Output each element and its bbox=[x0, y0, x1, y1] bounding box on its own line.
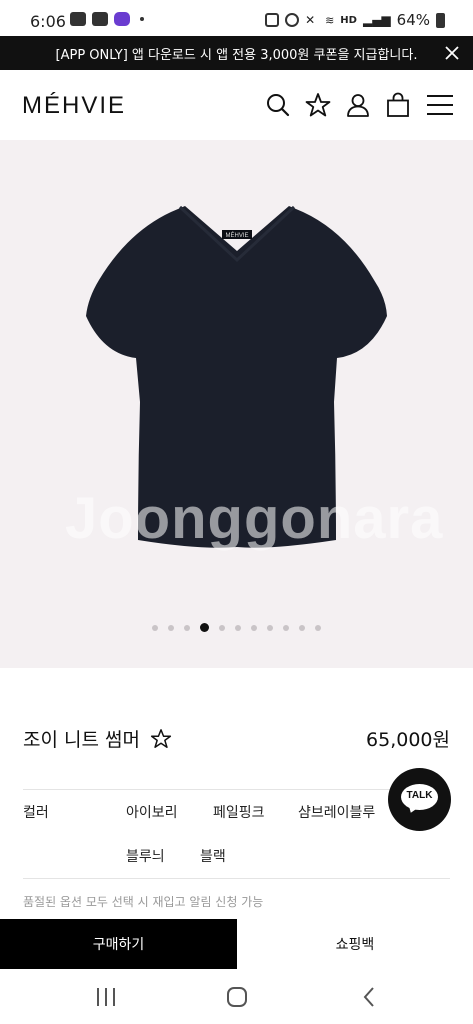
battery-icon bbox=[436, 12, 445, 28]
alarm-icon bbox=[285, 13, 300, 27]
promo-banner: [APP ONLY] 앱 다운로드 시 앱 전용 3,000원 쿠폰을 지급합니… bbox=[0, 36, 473, 70]
buy-button[interactable]: 구매하기 bbox=[0, 919, 237, 969]
wishlist-star-icon[interactable] bbox=[150, 728, 172, 750]
talk-chat-button[interactable]: TALK bbox=[388, 768, 451, 831]
site-header: MÉHVIE bbox=[0, 70, 473, 140]
cart-icon[interactable] bbox=[385, 92, 411, 118]
color-option-label: 컬러 bbox=[23, 805, 49, 821]
carousel-dot[interactable] bbox=[200, 623, 209, 632]
carousel-dot[interactable] bbox=[235, 624, 241, 631]
status-time: 6:06 bbox=[30, 12, 66, 31]
back-icon[interactable] bbox=[356, 983, 384, 1011]
wifi-icon: ≋ bbox=[325, 13, 335, 27]
signal-icon: ▂▄▆ bbox=[362, 13, 391, 27]
carousel-dot[interactable] bbox=[267, 624, 273, 631]
carousel-dots bbox=[0, 623, 473, 632]
chat-notification-icon bbox=[70, 12, 86, 26]
product-name: 조이 니트 썸머 bbox=[23, 729, 140, 751]
color-option-chambray-blue[interactable]: 샴브레이블루 bbox=[298, 802, 375, 822]
product-price: 65,000원 bbox=[366, 729, 450, 751]
talk-label: TALK bbox=[406, 790, 433, 801]
close-icon[interactable] bbox=[441, 42, 463, 64]
product-image-carousel[interactable]: MÉHVIE Joonggonara bbox=[0, 140, 473, 668]
user-icon[interactable] bbox=[345, 92, 371, 118]
menu-icon[interactable] bbox=[425, 92, 453, 118]
carousel-dot[interactable] bbox=[299, 624, 305, 631]
nfc-icon bbox=[265, 13, 280, 27]
watermark: Joonggonara bbox=[65, 486, 444, 551]
divider bbox=[23, 789, 450, 790]
product-title-row: 조이 니트 썸머 bbox=[23, 725, 172, 752]
carousel-dot[interactable] bbox=[283, 624, 289, 631]
shopping-bag-button[interactable]: 쇼핑백 bbox=[237, 919, 473, 969]
search-icon[interactable] bbox=[265, 92, 291, 118]
color-option-ivory[interactable]: 아이보리 bbox=[126, 802, 178, 822]
gallery-notification-icon bbox=[92, 12, 108, 26]
recent-apps-icon[interactable] bbox=[92, 983, 120, 1011]
battery-percent: 64% bbox=[396, 11, 430, 29]
brand-logo[interactable]: MÉHVIE bbox=[22, 92, 126, 120]
star-icon[interactable] bbox=[305, 92, 331, 118]
notification-icons bbox=[70, 12, 144, 26]
carousel-dot[interactable] bbox=[251, 624, 257, 631]
divider bbox=[23, 878, 450, 879]
status-bar: 6:06 ✕ ≋ HD ▂▄▆ 64% bbox=[0, 0, 473, 36]
carousel-dot[interactable] bbox=[315, 624, 321, 631]
more-notifications-icon bbox=[140, 17, 144, 21]
carousel-dot[interactable] bbox=[152, 624, 158, 631]
restock-notice: 품절된 옵션 모두 선택 시 재입고 알림 신청 가능 bbox=[23, 895, 264, 909]
color-option-pale-pink[interactable]: 페일핑크 bbox=[213, 802, 265, 822]
app-notification-icon bbox=[114, 12, 130, 26]
carousel-dot[interactable] bbox=[219, 624, 225, 631]
carousel-dot[interactable] bbox=[184, 624, 190, 631]
home-icon[interactable] bbox=[223, 983, 251, 1011]
purchase-bar: 구매하기 쇼핑백 bbox=[0, 919, 473, 969]
hd-voice-icon: HD bbox=[340, 14, 357, 26]
color-option-blue[interactable]: 블루늬 bbox=[126, 846, 165, 866]
carousel-dot[interactable] bbox=[168, 624, 174, 631]
system-nav-bar bbox=[0, 969, 473, 1024]
status-right: ✕ ≋ HD ▂▄▆ 64% bbox=[265, 11, 445, 29]
header-icons bbox=[265, 92, 453, 118]
product-image: MÉHVIE bbox=[86, 205, 387, 548]
garment-tag-text: MÉHVIE bbox=[225, 232, 248, 239]
promo-text: [APP ONLY] 앱 다운로드 시 앱 전용 3,000원 쿠폰을 지급합니… bbox=[55, 47, 418, 63]
color-option-black[interactable]: 블랙 bbox=[200, 846, 226, 866]
